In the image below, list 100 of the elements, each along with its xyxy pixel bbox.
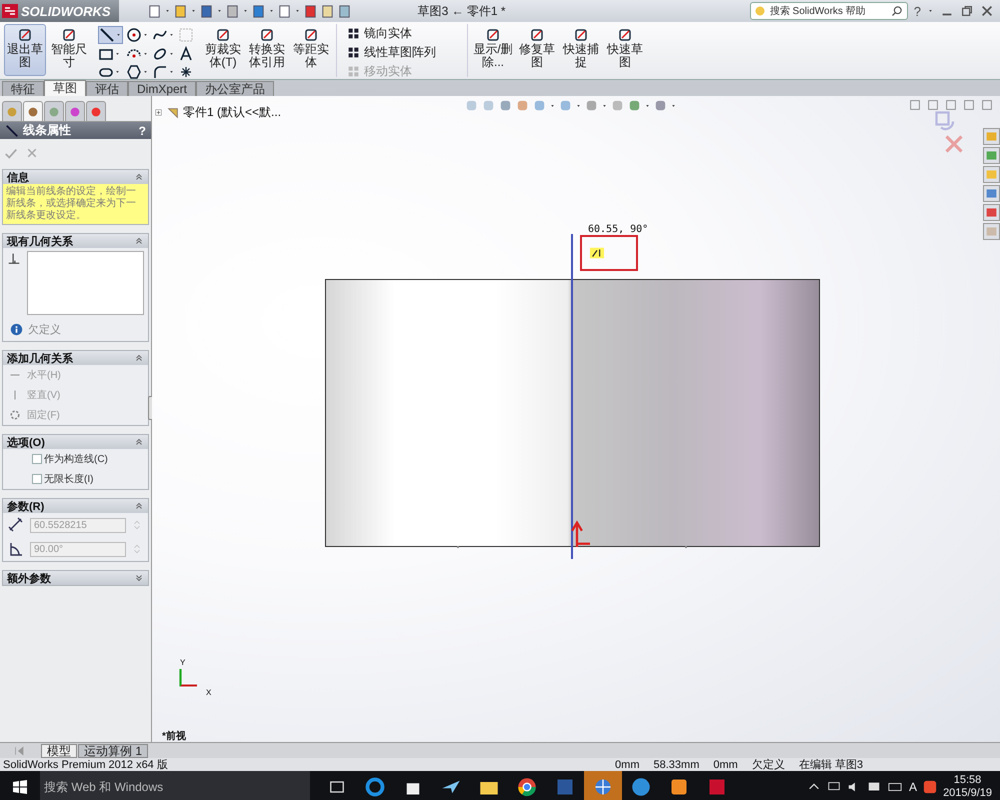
panel-tab[interactable] (86, 101, 106, 121)
panel-tab[interactable] (23, 101, 43, 121)
status-text: 欠定义 (28, 322, 61, 337)
status-field: 58.33mm (654, 758, 700, 770)
endpoint-icon (683, 544, 689, 550)
rectangle-icon[interactable] (98, 46, 114, 62)
command-tab[interactable]: 草图 (44, 80, 86, 96)
status-field: 0mm (713, 758, 738, 770)
help-search-field[interactable]: 搜索 SolidWorks 帮助 (750, 2, 908, 20)
help-button[interactable]: ? (138, 124, 146, 138)
help-bubble-icon (754, 5, 766, 17)
logo-mark-icon (2, 3, 18, 19)
section-title: 添加几何关系 (7, 352, 74, 366)
command-tab[interactable]: 特征 (2, 81, 44, 96)
section-title: 选项(O) (7, 436, 46, 450)
ribbon-button[interactable]: 修复草图 (516, 24, 558, 76)
line-icon (5, 124, 19, 138)
perpendicular-icon (7, 251, 21, 265)
checkbox[interactable] (32, 474, 42, 484)
ribbon-button[interactable]: 智能尺寸 (48, 24, 90, 76)
ribbon-button[interactable]: 退出草图 (4, 24, 46, 76)
logo-text: SOLIDWORKS (21, 4, 111, 18)
ribbon-button[interactable]: 显示/删除... (472, 24, 514, 76)
vertical-relation-icon (588, 246, 606, 260)
axis-label: Y (180, 658, 186, 667)
app-logo[interactable]: SOLIDWORKS (0, 0, 119, 22)
collapse-icon[interactable] (134, 437, 144, 447)
windows-logo-icon[interactable] (12, 779, 28, 795)
axis-label: X (206, 688, 212, 697)
command-tab[interactable]: DimXpert (128, 81, 196, 96)
pattern-icon (347, 46, 360, 59)
restore-icon[interactable] (962, 98, 976, 112)
close-icon[interactable] (980, 4, 994, 18)
ribbon-button[interactable]: 快速草图 (604, 24, 646, 76)
collapse-icon[interactable] (134, 172, 144, 182)
command-tab[interactable]: 评估 (86, 81, 128, 96)
ribbon-button[interactable]: 剪裁实体(T) (202, 24, 244, 76)
circle-app-icon (631, 777, 651, 797)
close-icon[interactable] (980, 98, 994, 112)
panel-tab[interactable] (65, 101, 85, 121)
expand-icon[interactable] (134, 573, 144, 583)
chrome-icon (517, 777, 537, 797)
ok-check-icon[interactable] (4, 147, 18, 161)
endpoint-icon (455, 544, 461, 550)
info-icon (10, 323, 23, 336)
task-pane-button[interactable] (983, 185, 1000, 202)
model-tab[interactable]: 运动算例 1 (78, 744, 148, 758)
section-title: 信息 (7, 170, 30, 184)
clock-time: 15:58 (954, 774, 982, 787)
window-title: 草图3 ← 零件1 * (418, 2, 507, 20)
browser-icon (365, 777, 385, 797)
sketch-rectangle[interactable] (325, 279, 820, 547)
minimize-icon[interactable] (944, 98, 958, 112)
panel-title: 线条属性 (23, 122, 72, 139)
expand-box-icon[interactable] (154, 108, 163, 117)
input-method-indicator[interactable]: A (909, 780, 918, 794)
globe-icon (593, 777, 613, 797)
ribbon-button[interactable]: 快速捕捉 (560, 24, 602, 76)
ribbon-button[interactable]: 等距实体 (290, 24, 332, 76)
status-field: 欠定义 (752, 757, 785, 772)
view-name: *前视 (162, 730, 186, 742)
task-pane-button[interactable] (983, 204, 1000, 221)
status-field: 0mm (615, 758, 640, 770)
text-icon[interactable] (178, 46, 194, 62)
section-title: 现有几何关系 (7, 234, 74, 248)
status-field: 在编辑 草图3 (798, 757, 863, 772)
info-message: 编辑当前线条的设定，绘制一新线条，或选择确定来为下一新线条更改设定。 (3, 184, 148, 224)
collapse-icon[interactable] (134, 353, 144, 363)
tile-icon[interactable] (926, 98, 940, 112)
ribbon-command[interactable]: 线性草图阵列 (347, 44, 457, 61)
keyboard-icon[interactable] (887, 780, 904, 794)
tile-icon[interactable] (908, 98, 922, 112)
checkbox[interactable] (32, 454, 42, 464)
ribbon-button[interactable]: 转换实体引用 (246, 24, 288, 76)
square-app-icon (669, 777, 689, 797)
ribbon-command[interactable]: 镜向实体 (347, 25, 457, 42)
search-icon (890, 5, 903, 17)
length-icon (8, 517, 24, 533)
model-tab[interactable]: 模型 (41, 744, 77, 758)
line-dimension: 60.55, 90° (588, 224, 648, 235)
ellipse-icon[interactable] (152, 46, 168, 62)
taskbar-search-field[interactable]: 搜索 Web 和 Windows (40, 771, 310, 800)
highlight-box (580, 235, 638, 271)
fillet-icon[interactable] (152, 64, 168, 80)
tree-item[interactable]: 零件1 (默认<<默... (183, 104, 282, 121)
command-tab[interactable]: 办公室产品 (196, 81, 274, 96)
polygon-icon[interactable] (126, 64, 142, 80)
line-icon[interactable] (99, 27, 115, 43)
collapse-icon[interactable] (134, 501, 144, 511)
clock-date: 2015/9/19 (943, 787, 992, 800)
circle-icon[interactable] (126, 27, 142, 43)
restore-icon[interactable] (960, 4, 974, 18)
collapse-icon[interactable] (134, 236, 144, 246)
help-button[interactable]: ? (914, 4, 921, 18)
checkbox-label: 无限长度(I) (44, 472, 94, 486)
point-icon[interactable] (178, 64, 194, 80)
part-icon (166, 106, 180, 120)
checkbox-label: 作为构造线(C) (44, 452, 108, 466)
fix-icon (9, 409, 21, 421)
angle-icon (8, 541, 24, 557)
